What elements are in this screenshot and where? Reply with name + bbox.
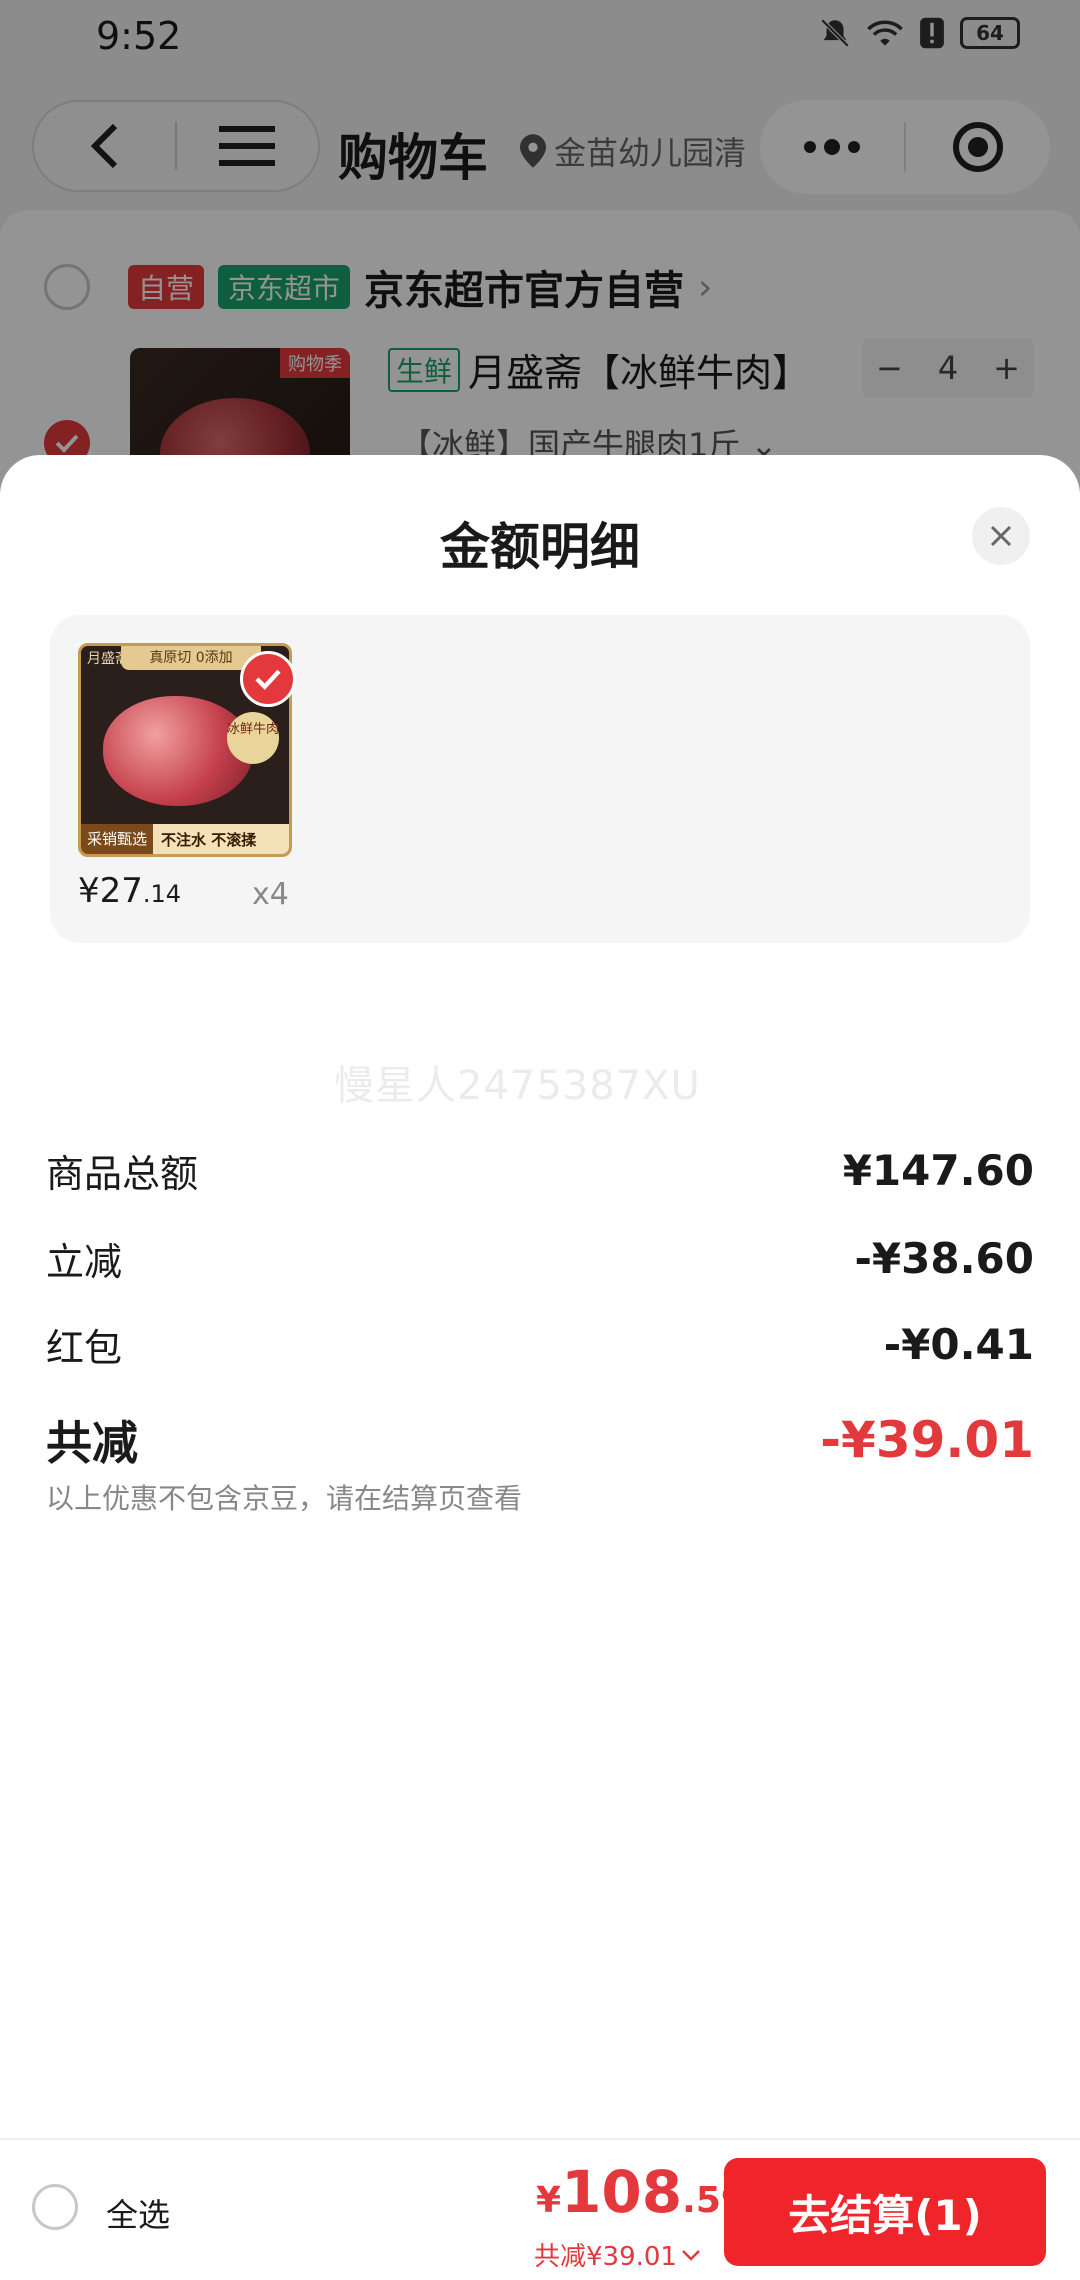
product-band-top: 真原切 0添加 — [121, 646, 261, 670]
detail-label: 红包 — [46, 1326, 123, 1370]
watermark: 慢星人2475387XU — [334, 1063, 701, 1109]
product-band-right: 不注水 不滚揉 — [161, 830, 257, 849]
discount-note: 以上优惠不包含京豆，请在结算页查看 — [46, 1482, 523, 1515]
checkout-total-price: ¥108.59 — [536, 2158, 746, 2226]
close-button[interactable] — [972, 507, 1030, 565]
detail-label: 立减 — [46, 1240, 123, 1284]
detail-row-subtotal: 商品总额 ¥147.60 — [46, 1143, 1034, 1198]
detail-value: -¥0.41 — [883, 1320, 1034, 1369]
check-icon — [255, 669, 281, 690]
product-selected-badge — [240, 651, 296, 707]
product-quantity: x4 — [252, 877, 289, 912]
close-icon — [990, 525, 1012, 547]
product-summary-box: 月盛斋 真原切 0添加 冰鲜牛肉 采销甄选 不注水 不滚揉 ¥27.14 x4 — [50, 615, 1030, 943]
saved-amount-toggle[interactable]: 共减¥39.01 — [534, 2236, 701, 2273]
total-discount-value: -¥39.01 — [820, 1411, 1034, 1469]
detail-row-instant-discount: 立减 -¥38.60 — [46, 1231, 1034, 1286]
price-symbol: ¥ — [536, 2180, 562, 2221]
checkout-bar: 全选 ¥108.59 共减¥39.01 去结算(1) — [0, 2138, 1080, 2280]
price-integer: 108 — [561, 2158, 683, 2226]
chevron-down-icon — [682, 2249, 700, 2261]
total-discount-label: 共减 — [46, 1416, 138, 1470]
price-detail-sheet: 金额明细 月盛斋 真原切 0添加 冰鲜牛肉 采销甄选 不注水 不滚揉 ¥27.1… — [0, 455, 1080, 2135]
product-band-left: 采销甄选 — [81, 824, 154, 854]
detail-value: ¥147.60 — [842, 1146, 1034, 1195]
product-price: ¥27.14 — [78, 871, 181, 911]
select-all-radio[interactable] — [32, 2184, 78, 2230]
product-badge: 冰鲜牛肉 — [227, 712, 279, 764]
detail-row-total-discount: 共减 -¥39.01 — [46, 1407, 1034, 1473]
detail-row-red-packet: 红包 -¥0.41 — [46, 1317, 1034, 1372]
product-band-bottom: 采销甄选 不注水 不滚揉 — [81, 824, 289, 854]
select-all-label[interactable]: 全选 — [106, 2190, 170, 2236]
sheet-title: 金额明细 — [440, 518, 640, 576]
detail-label: 商品总额 — [46, 1152, 199, 1196]
saved-amount-text: 共减¥39.01 — [534, 2242, 677, 2272]
price-decimal: .14 — [142, 880, 182, 908]
detail-value: -¥38.60 — [854, 1234, 1034, 1283]
price-integer: 27 — [99, 871, 143, 911]
price-symbol: ¥ — [78, 871, 100, 911]
checkout-button[interactable]: 去结算(1) — [724, 2158, 1046, 2266]
